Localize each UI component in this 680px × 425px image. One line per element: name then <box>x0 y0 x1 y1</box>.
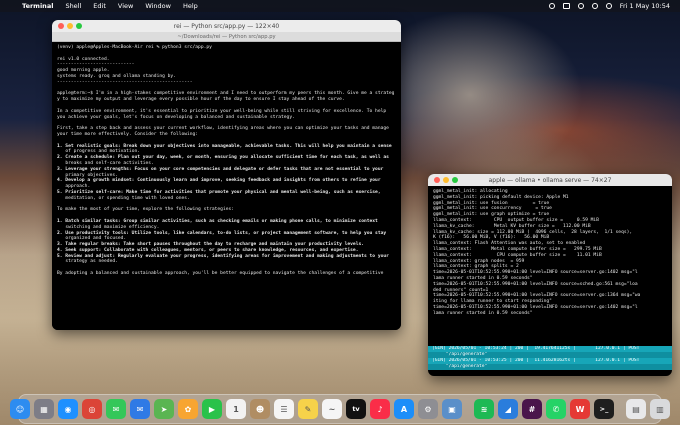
ollama-log-output[interactable]: ggml_metal_init: allocating ggml_metal_in… <box>428 186 672 346</box>
appletv-icon[interactable]: tv <box>346 399 366 419</box>
battery-icon[interactable] <box>562 3 570 9</box>
menu-view[interactable]: View <box>118 2 133 10</box>
mail-icon[interactable]: ✉ <box>130 399 150 419</box>
messages-icon[interactable]: ✉ <box>106 399 126 419</box>
chrome-icon[interactable]: ◎ <box>82 399 102 419</box>
window-titlebar[interactable]: rei — Python src/app.py — 122×40 <box>52 20 401 32</box>
slack-icon[interactable]: # <box>522 399 542 419</box>
request-log-line: "/api/generate" <box>428 364 672 370</box>
log-line: time=2026-05-01T10:52:55.990+01:00 level… <box>433 304 638 310</box>
terminal-line: 4. Develop a growth mindset: Continuousl… <box>57 178 381 184</box>
control-center-icon[interactable] <box>605 3 612 9</box>
terminal-icon[interactable]: >_ <box>594 399 614 419</box>
safari-icon[interactable]: ◉ <box>58 399 78 419</box>
spotify-icon[interactable]: ≋ <box>474 399 494 419</box>
log-line: time=2026-05-01T10:52:55.990+01:00 level… <box>433 281 638 287</box>
dock: ☺ ▦ ◉ ◎ ✉ ✉ ➤ ✿ ▶ 1 ☻ ☰ ✎ ~ tv ♪ A ⚙ ▣ ≋ ◢ # ✆ W >_ ▤ ▥ <box>10 394 670 424</box>
notes-icon[interactable]: ✎ <box>298 399 318 419</box>
launchpad-icon[interactable]: ▦ <box>34 399 54 419</box>
minimize-button[interactable] <box>67 23 73 29</box>
minimize-button[interactable] <box>443 177 449 183</box>
zoom-button[interactable] <box>452 177 458 183</box>
terminal-line: 5. Prioritize self-care: Make time for a… <box>57 189 381 195</box>
freeform-icon[interactable]: ~ <box>322 399 342 419</box>
whatsapp-icon[interactable]: ✆ <box>546 399 566 419</box>
menu-app-name[interactable]: Terminal <box>22 2 53 10</box>
photos-icon[interactable]: ✿ <box>178 399 198 419</box>
close-button[interactable] <box>434 177 440 183</box>
terminal-line: 3. Leverage your strengths: Focus on you… <box>57 166 384 172</box>
settings-icon[interactable]: ⚙ <box>418 399 438 419</box>
terminal-line: By adopting a balanced and sustainable a… <box>57 271 384 277</box>
finder-icon[interactable]: ☺ <box>10 399 30 419</box>
wifi-icon[interactable] <box>577 3 584 9</box>
window-title: rei — Python src/app.py — 122×40 <box>173 22 280 30</box>
terminal-line: In a competitive environment, it's essen… <box>57 108 387 114</box>
menu-bar: Terminal Shell Edit View Window Help Fri… <box>0 0 680 12</box>
request-log: [GIN] 2026/05/01 - 10:53:24 | 200 | 19.4… <box>428 346 672 370</box>
menu-clock[interactable]: Fri 1 May 10:54 <box>620 2 670 10</box>
window-title: apple — ollama • ollama serve — 74×27 <box>488 176 612 184</box>
maps-icon[interactable]: ➤ <box>154 399 174 419</box>
vscode-icon[interactable]: ◢ <box>498 399 518 419</box>
close-button[interactable] <box>58 23 64 29</box>
menu-help[interactable]: Help <box>183 2 198 10</box>
terminal-line: 4. Seek support: Collaborate with collea… <box>57 247 359 253</box>
downloads-icon[interactable]: ▤ <box>626 399 646 419</box>
status-icon[interactable] <box>548 3 555 9</box>
terminal-window-ollama[interactable]: apple — ollama • ollama serve — 74×27 gg… <box>428 174 672 376</box>
tab-terminal[interactable]: ~/Downloads/rei — Python src/app.py <box>52 34 401 40</box>
preview-icon[interactable]: ▣ <box>442 399 462 419</box>
tab-bar: ~/Downloads/rei — Python src/app.py <box>52 32 401 42</box>
contacts-icon[interactable]: ☻ <box>250 399 270 419</box>
zoom-button[interactable] <box>76 23 82 29</box>
wps-icon[interactable]: W <box>570 399 590 419</box>
terminal-window-main[interactable]: rei — Python src/app.py — 122×40 ~/Downl… <box>52 20 401 330</box>
trash-icon[interactable]: ▥ <box>650 399 670 419</box>
menu-edit[interactable]: Edit <box>93 2 106 10</box>
music-icon[interactable]: ♪ <box>370 399 390 419</box>
calendar-icon[interactable]: 1 <box>226 399 246 419</box>
facetime-icon[interactable]: ▶ <box>202 399 222 419</box>
window-titlebar[interactable]: apple — ollama • ollama serve — 74×27 <box>428 174 672 186</box>
reminders-icon[interactable]: ☰ <box>274 399 294 419</box>
search-icon[interactable] <box>591 3 598 9</box>
menu-window[interactable]: Window <box>145 2 171 10</box>
terminal-output[interactable]: (venv) apple@Apples-MacBook-Air rei % py… <box>52 42 401 330</box>
appstore-icon[interactable]: A <box>394 399 414 419</box>
menu-shell[interactable]: Shell <box>65 2 81 10</box>
terminal-line: 1. Batch similar tasks: Group similar ac… <box>57 218 378 224</box>
log-line: lama runner started in 0.59 seconds" <box>433 310 533 316</box>
